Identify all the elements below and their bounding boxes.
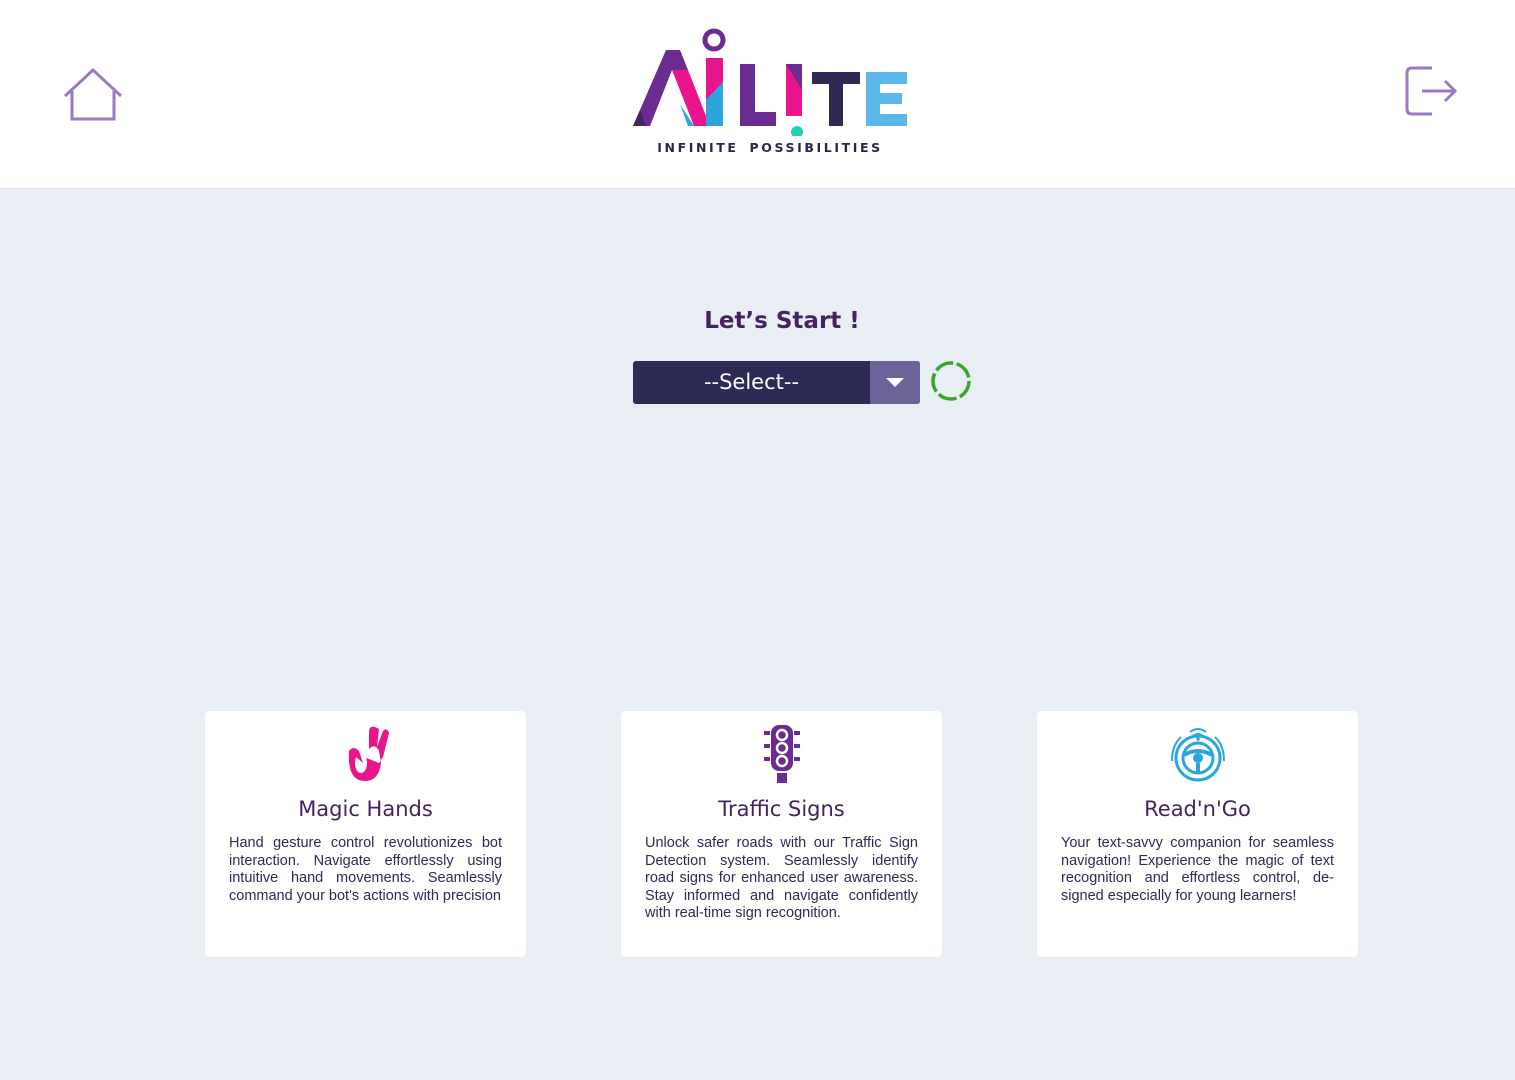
traffic-light-icon <box>764 725 800 783</box>
app-logo: INFINITE POSSIBILITIES <box>628 24 912 160</box>
hand-gesture-icon <box>348 726 389 781</box>
card-title: Read'n'Go <box>1144 797 1251 821</box>
loading-spinner-icon <box>931 361 971 401</box>
card-traffic-signs[interactable]: Traffic Signs Unlock safer roads with ou… <box>621 711 942 957</box>
card-title: Magic Hands <box>298 797 433 821</box>
logout-button[interactable] <box>1402 62 1460 120</box>
ailite-logo-mark <box>633 28 907 138</box>
page-title: Let’s Start ! <box>704 308 860 334</box>
card-title: Traffic Signs <box>718 797 845 821</box>
home-button[interactable] <box>62 66 124 124</box>
logo-tagline: INFINITE POSSIBILITIES <box>657 140 883 155</box>
steering-wheel-icon <box>1171 728 1225 782</box>
card-magic-hands[interactable]: Magic Hands Hand gesture control revolut… <box>205 711 526 957</box>
logout-icon <box>1405 66 1458 116</box>
card-description: Hand gesture control revolutionizes bot … <box>229 835 502 904</box>
card-description: Unlock safer roads with our Traffic Sign… <box>645 835 918 921</box>
mode-select-dropdown[interactable]: --Select-- <box>633 361 920 404</box>
home-icon <box>63 67 123 121</box>
card-description: Your text-savvy companion for seamless n… <box>1061 835 1334 904</box>
chevron-down-icon[interactable] <box>870 361 920 404</box>
app-header: INFINITE POSSIBILITIES <box>0 0 1515 189</box>
select-value: --Select-- <box>703 370 800 394</box>
card-read-n-go[interactable]: Read'n'Go Your text-savvy companion for … <box>1037 711 1358 957</box>
